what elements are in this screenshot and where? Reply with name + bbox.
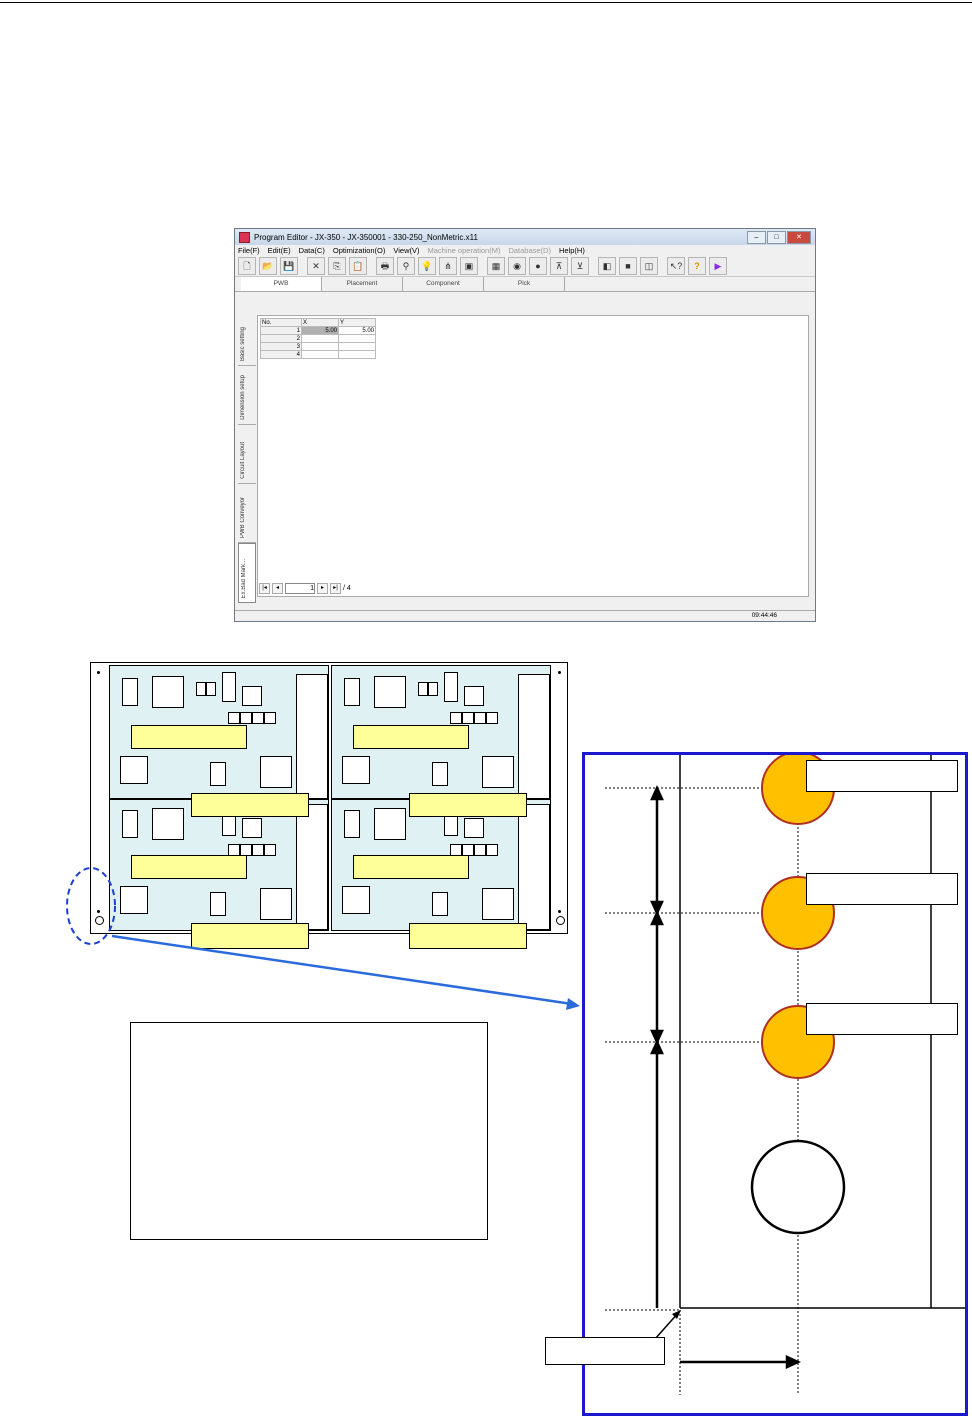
zoom-arrow-line [111,934,573,1006]
fiducial-detail-diagram [545,751,968,1416]
note-box [130,1022,488,1240]
zoom-arrow-head [566,998,580,1010]
fiducial-circle-icon [750,1139,846,1235]
dimension-arrows [650,784,802,1369]
callout-box [806,873,958,905]
callout-box [806,760,958,792]
origin-callout-box [545,1337,665,1365]
detail-drawing [605,751,965,1395]
callout-box [806,1003,958,1035]
focus-ellipse [66,867,116,945]
